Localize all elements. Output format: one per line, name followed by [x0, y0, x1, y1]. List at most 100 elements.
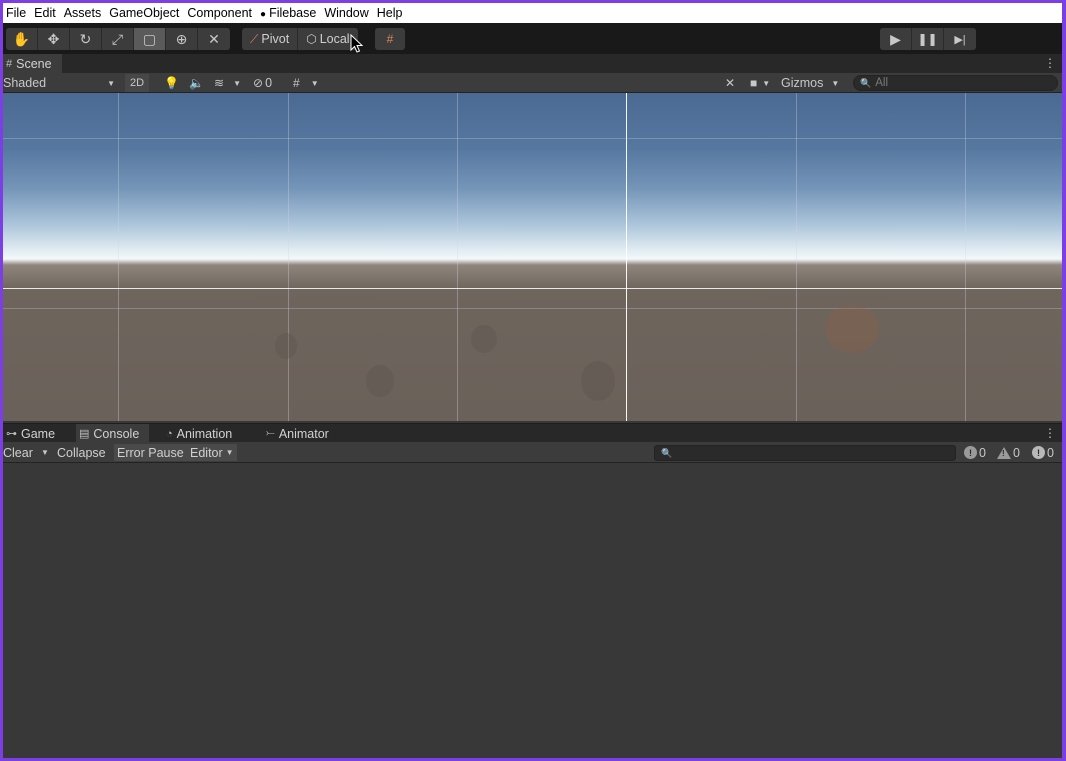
- scene-object-shadow: [825, 305, 879, 353]
- menu-gameobject[interactable]: GameObject: [109, 6, 187, 20]
- log-count: 0: [979, 445, 986, 460]
- gizmos-dropdown[interactable]: Gizmos ▼: [781, 74, 839, 92]
- scene-viewport[interactable]: [3, 93, 1062, 421]
- menu-filebase[interactable]: ● Filebase: [260, 6, 324, 20]
- gamepad-icon: ⊶: [6, 428, 17, 440]
- hidden-eye-icon: ⊘: [253, 76, 264, 90]
- grid-line: [457, 93, 458, 421]
- grid-snap-button[interactable]: #: [375, 28, 405, 50]
- pause-icon: ❚❚: [917, 32, 938, 46]
- tools-icon: ✕: [208, 30, 220, 47]
- pivot-button[interactable]: ⟋ Pivot: [242, 28, 299, 50]
- custom-tool-button[interactable]: ✕: [198, 28, 230, 50]
- main-toolbar: ✋ ✥ ↻ ⤢ ▢ ⊕ ✕ ⟋ Pivot ⬡ Local # ▶ ❚❚ ▶|: [3, 23, 1062, 54]
- pivot-icon: ⟋: [250, 31, 259, 46]
- rect-tool-button[interactable]: ▢: [134, 28, 166, 50]
- play-button[interactable]: ▶: [880, 28, 912, 50]
- menu-assets[interactable]: Assets: [64, 6, 110, 20]
- transform-tools: ✋ ✥ ↻ ⤢ ▢ ⊕ ✕: [6, 28, 230, 50]
- console-options-kebab-icon[interactable]: ⋮: [1044, 427, 1056, 439]
- tab-console[interactable]: ▤ Console: [76, 424, 150, 443]
- camera-icon: ■: [750, 76, 758, 90]
- grid-icon: #: [293, 76, 300, 90]
- grid-line: [796, 93, 797, 421]
- pivot-label: Pivot: [261, 32, 290, 46]
- tab-animation[interactable]: ◔ Animation: [163, 424, 242, 443]
- tab-animator-label: Animator: [278, 426, 329, 441]
- search-icon: 🔍: [661, 447, 673, 458]
- unity-editor-window: File Edit Assets GameObject Component ● F…: [3, 3, 1062, 758]
- scene-visibility-toggle[interactable]: ⊘ 0: [253, 74, 272, 92]
- gizmos-label: Gizmos: [781, 76, 824, 90]
- local-button[interactable]: ⬡ Local: [298, 28, 357, 50]
- scale-tool-button[interactable]: ⤢: [102, 28, 134, 50]
- audio-toggle[interactable]: 🔈: [184, 74, 209, 92]
- tab-animator[interactable]: ⤚ Animator: [263, 424, 339, 443]
- rotate-tool-button[interactable]: ↻: [70, 28, 102, 50]
- tab-scene-label: Scene: [16, 56, 52, 71]
- chevron-down-icon: ▼: [107, 78, 115, 88]
- menu-edit[interactable]: Edit: [34, 6, 64, 20]
- camera-dropdown[interactable]: ■ ▼: [745, 74, 770, 92]
- hidden-count: 0: [265, 76, 273, 90]
- step-button[interactable]: ▶|: [944, 28, 976, 50]
- transform-icon: ⊕: [175, 30, 188, 47]
- warning-count: 0: [1013, 445, 1020, 460]
- error-pause-button[interactable]: Error Pause: [114, 444, 187, 461]
- scene-search-input[interactable]: 🔍 All: [853, 75, 1058, 91]
- editor-label: Editor: [190, 445, 223, 460]
- animator-icon: ⤚: [266, 427, 275, 439]
- scene-object-shadow: [275, 333, 297, 359]
- play-controls: ▶ ❚❚ ▶|: [880, 28, 976, 50]
- console-search-input[interactable]: 🔍: [654, 445, 956, 461]
- scene-toolbar: Shaded ▼ 2D 💡 🔈 ≋ ▼ ⊘ 0 # ▼ ✕ ■ ▼ Gizmos ▼ …: [3, 73, 1062, 93]
- error-icon: !: [1032, 446, 1045, 459]
- tab-scene[interactable]: # Scene: [3, 54, 62, 73]
- grid-icon: #: [6, 57, 13, 70]
- lighting-toggle[interactable]: 💡: [159, 74, 184, 92]
- pause-button[interactable]: ❚❚: [912, 28, 944, 50]
- clock-icon: ◔: [166, 427, 173, 440]
- menu-bar: File Edit Assets GameObject Component ● F…: [3, 3, 1062, 23]
- grid-dropdown[interactable]: # ▼: [288, 74, 319, 92]
- transform-tool-button[interactable]: ⊕: [166, 28, 198, 50]
- grid-line: [3, 308, 1062, 309]
- warning-icon: !: [997, 446, 1011, 459]
- search-icon: 🔍: [860, 77, 872, 88]
- console-toolbar: Clear ▼ Collapse Error Pause Editor ▼ 🔍 …: [3, 442, 1062, 463]
- tab-console-label: Console: [93, 426, 140, 441]
- menu-component[interactable]: Component: [187, 6, 260, 20]
- scene-object-shadow: [366, 365, 394, 397]
- scene-options-kebab-icon[interactable]: ⋮: [1044, 57, 1056, 69]
- speaker-icon: 🔈: [189, 76, 204, 90]
- tab-game-label: Game: [21, 426, 56, 441]
- error-count: 0: [1047, 445, 1054, 460]
- console-log-area[interactable]: [3, 463, 1062, 758]
- rotate-icon: ↻: [79, 30, 92, 47]
- menu-window[interactable]: Window: [324, 6, 376, 20]
- menu-filebase-label: Filebase: [269, 6, 317, 20]
- chevron-down-icon: ▼: [310, 78, 319, 88]
- warning-count-toggle[interactable]: ! 0: [997, 444, 1020, 461]
- play-icon: ▶: [890, 30, 901, 47]
- tab-game[interactable]: ⊶ Game: [3, 424, 65, 443]
- clear-button[interactable]: Clear: [3, 444, 36, 461]
- grid-snap-icon: #: [386, 32, 394, 46]
- scene-search-placeholder: All: [875, 77, 888, 89]
- move-tool-button[interactable]: ✥: [38, 28, 70, 50]
- error-count-toggle[interactable]: ! 0: [1032, 444, 1054, 461]
- scene-tools-button[interactable]: ✕: [720, 74, 740, 92]
- grid-axis-line: [626, 93, 627, 421]
- collapse-button[interactable]: Collapse: [54, 444, 109, 461]
- hand-tool-button[interactable]: ✋: [6, 28, 38, 50]
- clear-label: Clear: [3, 445, 33, 460]
- draw-mode-dropdown[interactable]: Shaded ▼: [3, 74, 119, 92]
- effects-dropdown[interactable]: ≋ ▼: [209, 74, 241, 92]
- menu-file[interactable]: File: [6, 6, 34, 20]
- mode-2d-toggle[interactable]: 2D: [125, 74, 150, 92]
- clear-options-dropdown[interactable]: ▼: [38, 444, 52, 461]
- pivot-local-group: ⟋ Pivot ⬡ Local: [242, 28, 358, 50]
- menu-help[interactable]: Help: [377, 6, 411, 20]
- log-count-toggle[interactable]: ! 0: [964, 444, 986, 461]
- editor-dropdown[interactable]: Editor ▼: [187, 444, 237, 461]
